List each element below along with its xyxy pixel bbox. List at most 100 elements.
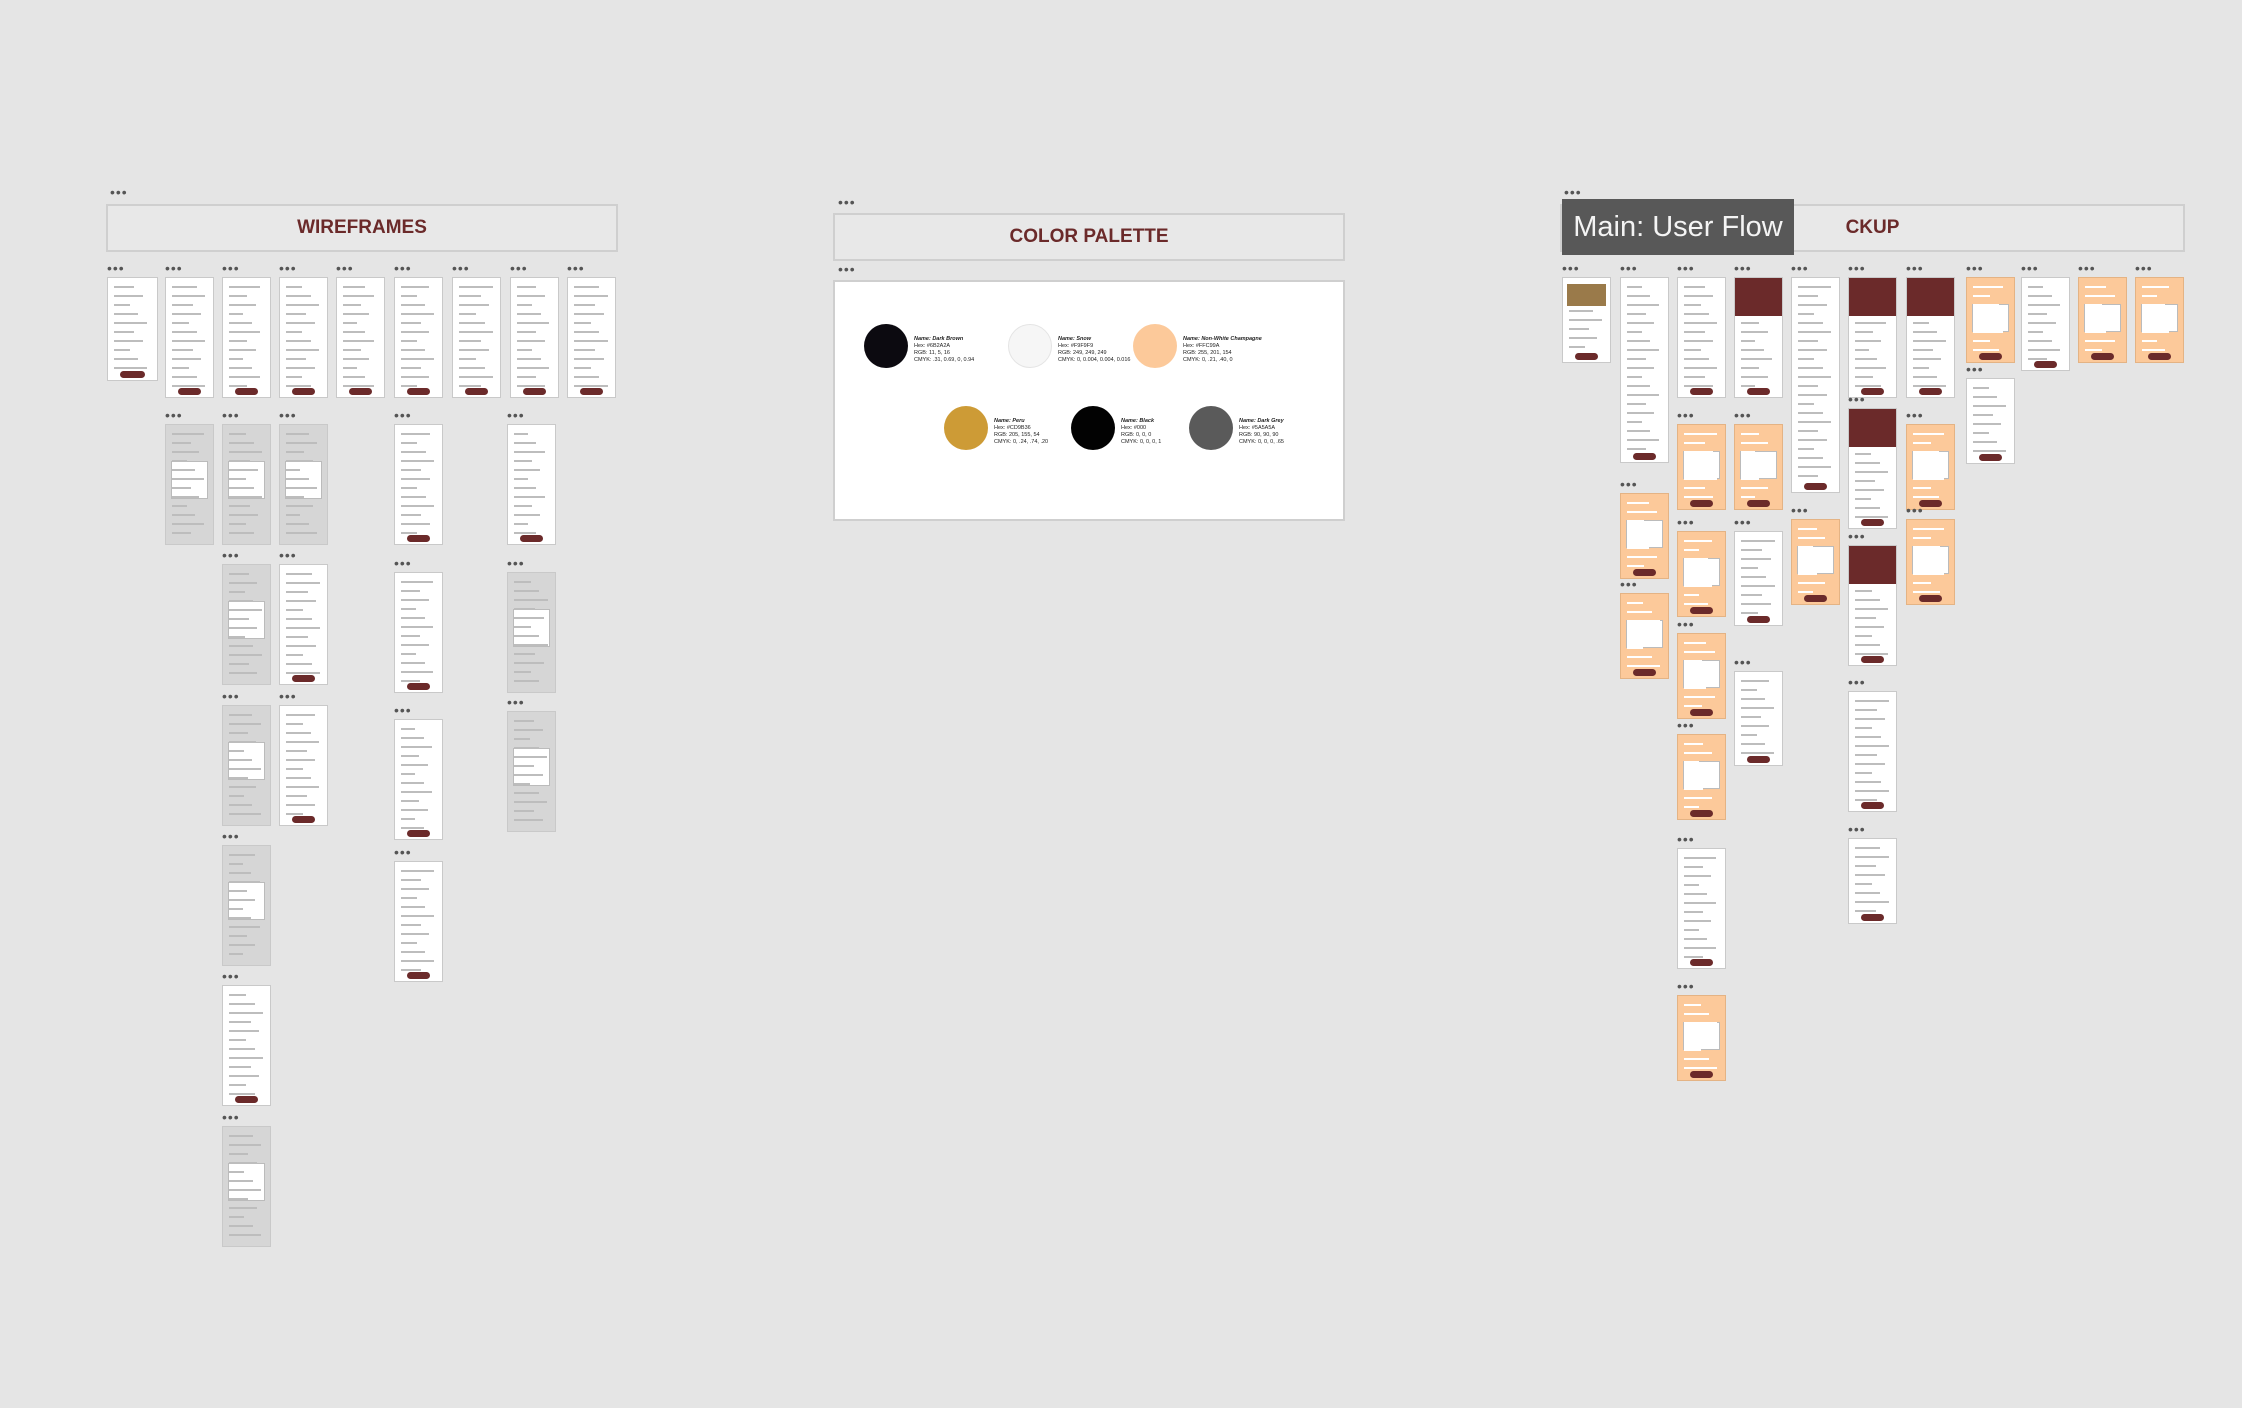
frame-handle[interactable]: [507, 698, 525, 708]
artboard-thumbnail[interactable]: [1677, 995, 1726, 1081]
frame-handle[interactable]: [1848, 532, 1866, 542]
artboard-thumbnail[interactable]: [1848, 277, 1897, 398]
artboard-thumbnail[interactable]: [1734, 424, 1783, 510]
artboard-thumbnail[interactable]: [222, 564, 271, 685]
artboard-thumbnail[interactable]: [1906, 277, 1955, 398]
artboard-thumbnail[interactable]: [1906, 519, 1955, 605]
frame-handle[interactable]: [222, 551, 240, 561]
artboard-thumbnail[interactable]: [1848, 838, 1897, 924]
wireframes-section-handle[interactable]: [110, 188, 128, 198]
artboard-thumbnail[interactable]: [1620, 277, 1669, 463]
artboard-thumbnail[interactable]: [222, 424, 271, 545]
frame-handle[interactable]: [1620, 480, 1638, 490]
frame-handle[interactable]: [507, 559, 525, 569]
artboard-thumbnail[interactable]: [222, 277, 271, 398]
artboard-thumbnail[interactable]: [1848, 691, 1897, 812]
artboard-thumbnail[interactable]: [1620, 493, 1669, 579]
frame-handle[interactable]: [107, 264, 125, 274]
frame-handle[interactable]: [222, 832, 240, 842]
frame-handle[interactable]: [2135, 264, 2153, 274]
color-palette-section-handle[interactable]: [838, 198, 856, 208]
artboard-thumbnail[interactable]: [452, 277, 501, 398]
frame-handle[interactable]: [222, 692, 240, 702]
artboard-thumbnail[interactable]: [507, 572, 556, 693]
artboard-thumbnail[interactable]: [1677, 734, 1726, 820]
frame-handle[interactable]: [1848, 678, 1866, 688]
swatch-black[interactable]: [1071, 406, 1115, 450]
frame-handle[interactable]: [279, 411, 297, 421]
artboard-thumbnail[interactable]: [1966, 378, 2015, 464]
artboard-thumbnail[interactable]: [1734, 531, 1783, 626]
artboard-thumbnail[interactable]: [394, 572, 443, 693]
frame-handle[interactable]: [394, 559, 412, 569]
artboard-thumbnail[interactable]: [1734, 277, 1783, 398]
artboard-thumbnail[interactable]: [1562, 277, 1611, 363]
artboard-thumbnail[interactable]: [394, 424, 443, 545]
frame-handle[interactable]: [1677, 835, 1695, 845]
artboard-thumbnail[interactable]: [279, 424, 328, 545]
artboard-thumbnail[interactable]: [1734, 671, 1783, 766]
artboard-thumbnail[interactable]: [222, 1126, 271, 1247]
artboard-thumbnail[interactable]: [1791, 519, 1840, 605]
frame-handle[interactable]: [567, 264, 585, 274]
artboard-thumbnail[interactable]: [279, 277, 328, 398]
frame-handle[interactable]: [1734, 518, 1752, 528]
artboard-thumbnail[interactable]: [510, 277, 559, 398]
artboard-thumbnail[interactable]: [165, 424, 214, 545]
artboard-thumbnail[interactable]: [1906, 424, 1955, 510]
swatch-dark-grey[interactable]: [1189, 406, 1233, 450]
frame-handle[interactable]: [1848, 264, 1866, 274]
artboard-thumbnail[interactable]: [1677, 633, 1726, 719]
frame-handle[interactable]: [1734, 264, 1752, 274]
artboard-thumbnail[interactable]: [1848, 408, 1897, 529]
frame-handle[interactable]: [1620, 580, 1638, 590]
frame-handle[interactable]: [394, 848, 412, 858]
swatch-snow[interactable]: [1008, 324, 1052, 368]
artboard-thumbnail[interactable]: [336, 277, 385, 398]
swatch-peru[interactable]: [944, 406, 988, 450]
frame-handle[interactable]: [1677, 518, 1695, 528]
frame-handle[interactable]: [1791, 506, 1809, 516]
artboard-thumbnail[interactable]: [507, 424, 556, 545]
frame-handle[interactable]: [2021, 264, 2039, 274]
wireframes-section-title[interactable]: WIREFRAMES: [106, 204, 618, 252]
artboard-thumbnail[interactable]: [165, 277, 214, 398]
frame-handle[interactable]: [165, 264, 183, 274]
frame-handle[interactable]: [279, 264, 297, 274]
artboard-thumbnail[interactable]: [394, 719, 443, 840]
frame-handle[interactable]: [1848, 395, 1866, 405]
color-palette-section-title[interactable]: COLOR PALETTE: [833, 213, 1345, 261]
frame-handle[interactable]: [1906, 411, 1924, 421]
frame-handle[interactable]: [507, 411, 525, 421]
artboard-thumbnail[interactable]: [2135, 277, 2184, 363]
artboard-thumbnail[interactable]: [394, 277, 443, 398]
artboard-thumbnail[interactable]: [222, 845, 271, 966]
artboard-thumbnail[interactable]: [1677, 531, 1726, 617]
frame-handle[interactable]: [394, 706, 412, 716]
artboard-thumbnail[interactable]: [1677, 277, 1726, 398]
frame-handle[interactable]: [1906, 506, 1924, 516]
frame-handle[interactable]: [165, 411, 183, 421]
artboard-thumbnail[interactable]: [1848, 545, 1897, 666]
swatch-champagne[interactable]: [1133, 324, 1177, 368]
frame-handle[interactable]: [222, 972, 240, 982]
artboard-thumbnail[interactable]: [2078, 277, 2127, 363]
frame-handle[interactable]: [222, 1113, 240, 1123]
frame-handle[interactable]: [1966, 365, 1984, 375]
artboard-thumbnail[interactable]: [1677, 848, 1726, 969]
color-palette-frame[interactable]: Name: Dark Brown Hex: #6B2A2A RGB: 11, 5, …: [833, 280, 1345, 521]
frame-handle[interactable]: [279, 551, 297, 561]
artboard-thumbnail[interactable]: [2021, 277, 2070, 371]
artboard-thumbnail[interactable]: [279, 564, 328, 685]
artboard-thumbnail[interactable]: [1966, 277, 2015, 363]
frame-handle[interactable]: [222, 411, 240, 421]
frame-handle[interactable]: [510, 264, 528, 274]
frame-handle[interactable]: [1734, 411, 1752, 421]
mockup-section-handle[interactable]: [1564, 188, 1582, 198]
artboard-thumbnail[interactable]: [222, 985, 271, 1106]
frame-handle[interactable]: [394, 411, 412, 421]
frame-handle[interactable]: [1848, 825, 1866, 835]
frame-handle[interactable]: [279, 692, 297, 702]
artboard-thumbnail[interactable]: [279, 705, 328, 826]
artboard-thumbnail[interactable]: [1791, 277, 1840, 493]
